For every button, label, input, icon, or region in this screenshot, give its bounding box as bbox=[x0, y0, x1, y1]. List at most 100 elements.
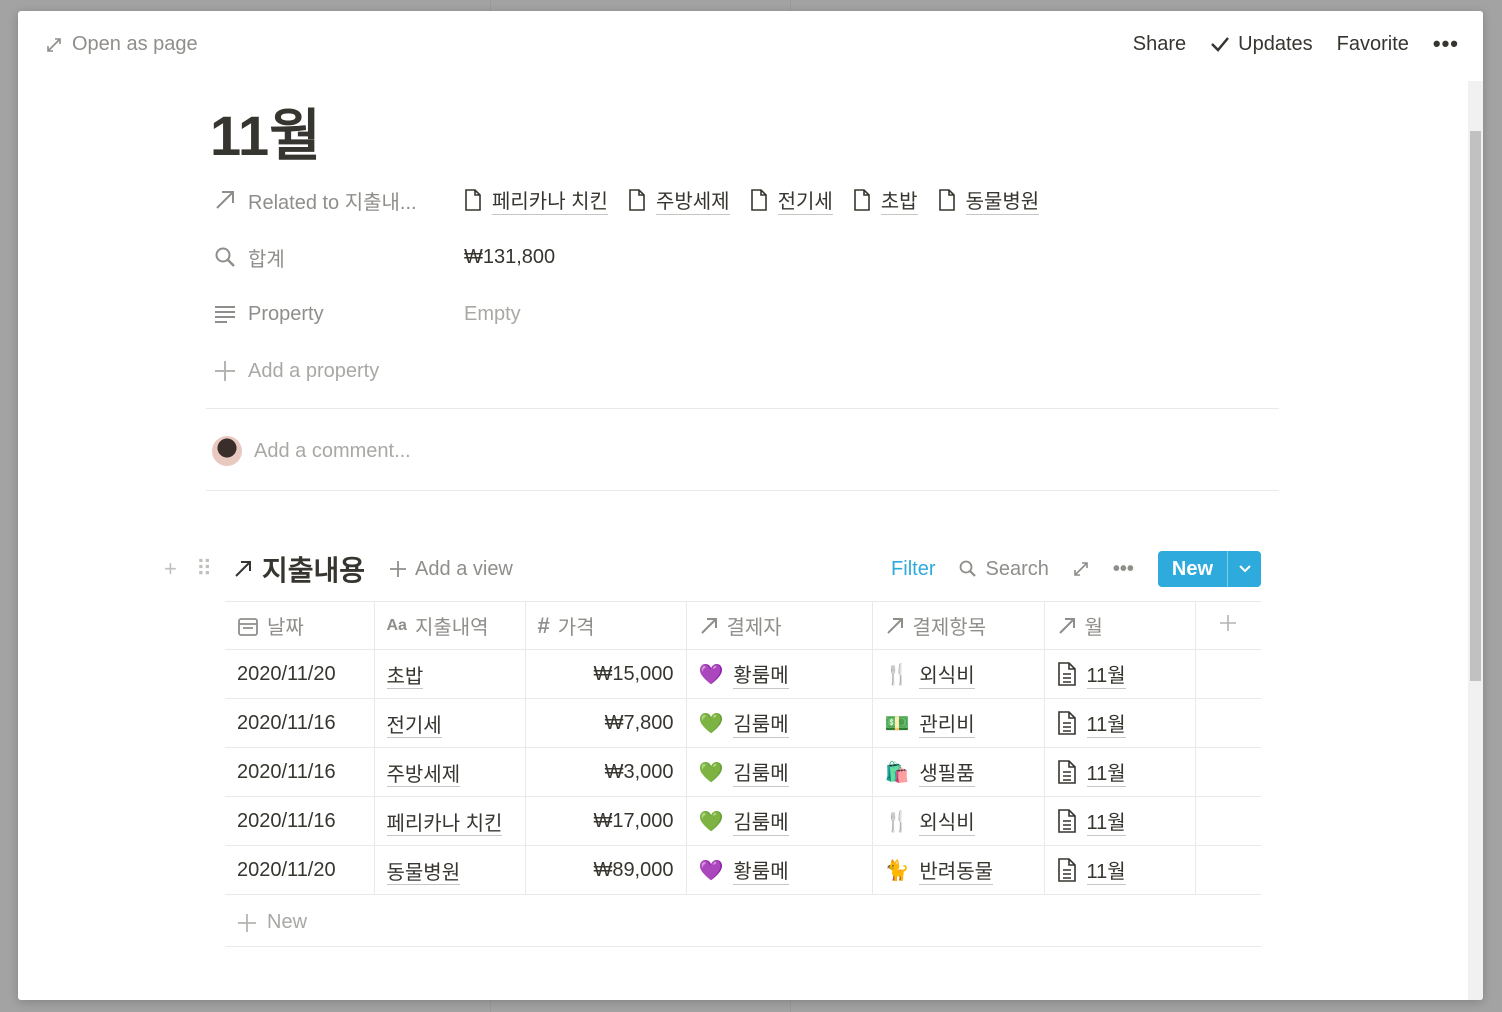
cell-empty[interactable] bbox=[1194, 649, 1261, 699]
page-title[interactable]: 11월 bbox=[210, 91, 321, 172]
scrollbar-thumb[interactable] bbox=[1470, 131, 1481, 681]
column-header-item[interactable]: Aa 지출내역 bbox=[373, 601, 526, 650]
table-row[interactable]: 2020/11/20 초밥 ₩15,000 💜 황룸메 🍴 외식비 11월 bbox=[225, 649, 1261, 699]
cell-item[interactable]: 페리카나 치킨 bbox=[373, 796, 526, 846]
add-column-button[interactable] bbox=[1194, 601, 1261, 650]
property-label-sum[interactable]: 합계 bbox=[214, 243, 464, 272]
cell-date[interactable]: 2020/11/20 bbox=[225, 845, 375, 895]
column-header-month[interactable]: 월 bbox=[1043, 601, 1196, 650]
related-item[interactable]: 주방세제 bbox=[628, 185, 730, 215]
item-title[interactable]: 전기세 bbox=[386, 714, 442, 738]
filter-button[interactable]: Filter bbox=[891, 558, 935, 581]
related-item[interactable]: 전기세 bbox=[750, 185, 833, 215]
month-link[interactable]: 11월 bbox=[1086, 708, 1126, 738]
column-header-payer[interactable]: 결제자 bbox=[685, 601, 873, 650]
item-title[interactable]: 페리카나 치킨 bbox=[386, 812, 503, 836]
table-row[interactable]: 2020/11/16 주방세제 ₩3,000 💚 김룸메 🛍️ 생필품 11월 bbox=[225, 747, 1261, 797]
database-more-icon[interactable]: ••• bbox=[1113, 558, 1134, 581]
month-link[interactable]: 11월 bbox=[1086, 855, 1126, 885]
month-link[interactable]: 11월 bbox=[1086, 806, 1126, 836]
cell-empty[interactable] bbox=[1194, 747, 1261, 797]
related-item[interactable]: 초밥 bbox=[853, 185, 918, 215]
item-title[interactable]: 초밥 bbox=[386, 665, 424, 689]
cell-date[interactable]: 2020/11/20 bbox=[225, 649, 375, 699]
new-dropdown-button[interactable] bbox=[1227, 551, 1261, 587]
database-title[interactable]: 지출내용 bbox=[234, 549, 365, 589]
cell-price[interactable]: ₩7,800 bbox=[524, 698, 687, 748]
updates-button[interactable]: Updates bbox=[1210, 33, 1313, 56]
share-button[interactable]: Share bbox=[1133, 33, 1186, 56]
scrollbar[interactable] bbox=[1468, 81, 1483, 1000]
cell-empty[interactable] bbox=[1194, 845, 1261, 895]
add-view-button[interactable]: Add a view bbox=[389, 558, 513, 581]
related-item[interactable]: 동물병원 bbox=[938, 185, 1040, 215]
cell-payer[interactable]: 💜 황룸메 bbox=[685, 649, 873, 699]
cell-price[interactable]: ₩3,000 bbox=[524, 747, 687, 797]
drag-handle-icon[interactable]: ⠿ bbox=[196, 556, 228, 582]
cell-month[interactable]: 11월 bbox=[1043, 698, 1196, 748]
cell-payer[interactable]: 💚 김룸메 bbox=[685, 698, 873, 748]
cell-payer[interactable]: 💚 김룸메 bbox=[685, 747, 873, 797]
favorite-button[interactable]: Favorite bbox=[1337, 33, 1409, 56]
add-block-icon[interactable]: + bbox=[164, 556, 196, 582]
cell-category[interactable]: 🍴 외식비 bbox=[871, 796, 1045, 846]
category-link[interactable]: 생필품 bbox=[919, 757, 975, 787]
column-header-category[interactable]: 결제항목 bbox=[871, 601, 1045, 650]
cell-month[interactable]: 11월 bbox=[1043, 845, 1196, 895]
month-link[interactable]: 11월 bbox=[1086, 757, 1126, 787]
cell-category[interactable]: 🛍️ 생필품 bbox=[871, 747, 1045, 797]
cell-empty[interactable] bbox=[1194, 796, 1261, 846]
cell-empty[interactable] bbox=[1194, 698, 1261, 748]
add-row-button[interactable]: New bbox=[225, 899, 1261, 947]
payer-link[interactable]: 황룸메 bbox=[733, 659, 789, 689]
cell-item[interactable]: 초밥 bbox=[373, 649, 526, 699]
cell-item[interactable]: 주방세제 bbox=[373, 747, 526, 797]
month-link[interactable]: 11월 bbox=[1086, 659, 1126, 689]
cell-date[interactable]: 2020/11/16 bbox=[225, 698, 375, 748]
cell-price[interactable]: ₩15,000 bbox=[524, 649, 687, 699]
cell-month[interactable]: 11월 bbox=[1043, 649, 1196, 699]
table-row[interactable]: 2020/11/16 전기세 ₩7,800 💚 김룸메 💵 관리비 11월 bbox=[225, 698, 1261, 748]
cell-date[interactable]: 2020/11/16 bbox=[225, 747, 375, 797]
cell-item[interactable]: 동물병원 bbox=[373, 845, 526, 895]
cell-price[interactable]: ₩17,000 bbox=[524, 796, 687, 846]
search-button[interactable]: Search bbox=[959, 558, 1049, 581]
cell-category[interactable]: 🐈 반려동물 bbox=[871, 845, 1045, 895]
payer-link[interactable]: 김룸메 bbox=[733, 806, 789, 836]
payer-link[interactable]: 김룸메 bbox=[733, 757, 789, 787]
expand-icon[interactable] bbox=[1073, 561, 1089, 577]
cell-item[interactable]: 전기세 bbox=[373, 698, 526, 748]
column-header-date[interactable]: 날짜 bbox=[225, 601, 375, 650]
item-title[interactable]: 동물병원 bbox=[386, 861, 461, 885]
new-button[interactable]: New bbox=[1158, 551, 1227, 587]
property-label-related[interactable]: Related to 지출내... bbox=[214, 186, 464, 215]
category-link[interactable]: 외식비 bbox=[919, 659, 975, 689]
column-header-price[interactable]: # 가격 bbox=[524, 601, 687, 650]
table-row[interactable]: 2020/11/20 동물병원 ₩89,000 💜 황룸메 🐈 반려동물 11월 bbox=[225, 845, 1261, 895]
cell-date[interactable]: 2020/11/16 bbox=[225, 796, 375, 846]
related-item[interactable]: 페리카나 치킨 bbox=[464, 185, 608, 215]
cell-month[interactable]: 11월 bbox=[1043, 796, 1196, 846]
category-link[interactable]: 반려동물 bbox=[919, 855, 994, 885]
cell-month[interactable]: 11월 bbox=[1043, 747, 1196, 797]
cell-payer[interactable]: 💜 황룸메 bbox=[685, 845, 873, 895]
property-empty-value[interactable]: Empty bbox=[464, 303, 521, 326]
category-link[interactable]: 외식비 bbox=[919, 806, 975, 836]
cell-payer[interactable]: 💚 김룸메 bbox=[685, 796, 873, 846]
page-icon bbox=[750, 189, 767, 211]
more-menu-icon[interactable]: ••• bbox=[1433, 31, 1459, 57]
open-as-page-button[interactable]: Open as page bbox=[46, 33, 198, 56]
payer-link[interactable]: 김룸메 bbox=[733, 708, 789, 738]
category-link[interactable]: 관리비 bbox=[919, 708, 975, 738]
add-property-button[interactable]: Add a property bbox=[214, 351, 379, 391]
property-label-property[interactable]: Property bbox=[214, 303, 464, 326]
sum-value[interactable]: ₩131,800 bbox=[464, 246, 555, 269]
cell-price[interactable]: ₩89,000 bbox=[524, 845, 687, 895]
comment-input[interactable]: Add a comment... bbox=[212, 436, 411, 466]
cell-category[interactable]: 💵 관리비 bbox=[871, 698, 1045, 748]
cell-category[interactable]: 🍴 외식비 bbox=[871, 649, 1045, 699]
payer-link[interactable]: 황룸메 bbox=[733, 855, 789, 885]
table-row[interactable]: 2020/11/16 페리카나 치킨 ₩17,000 💚 김룸메 🍴 외식비 11월 bbox=[225, 796, 1261, 846]
property-label-text: Property bbox=[248, 302, 324, 325]
item-title[interactable]: 주방세제 bbox=[386, 763, 461, 787]
